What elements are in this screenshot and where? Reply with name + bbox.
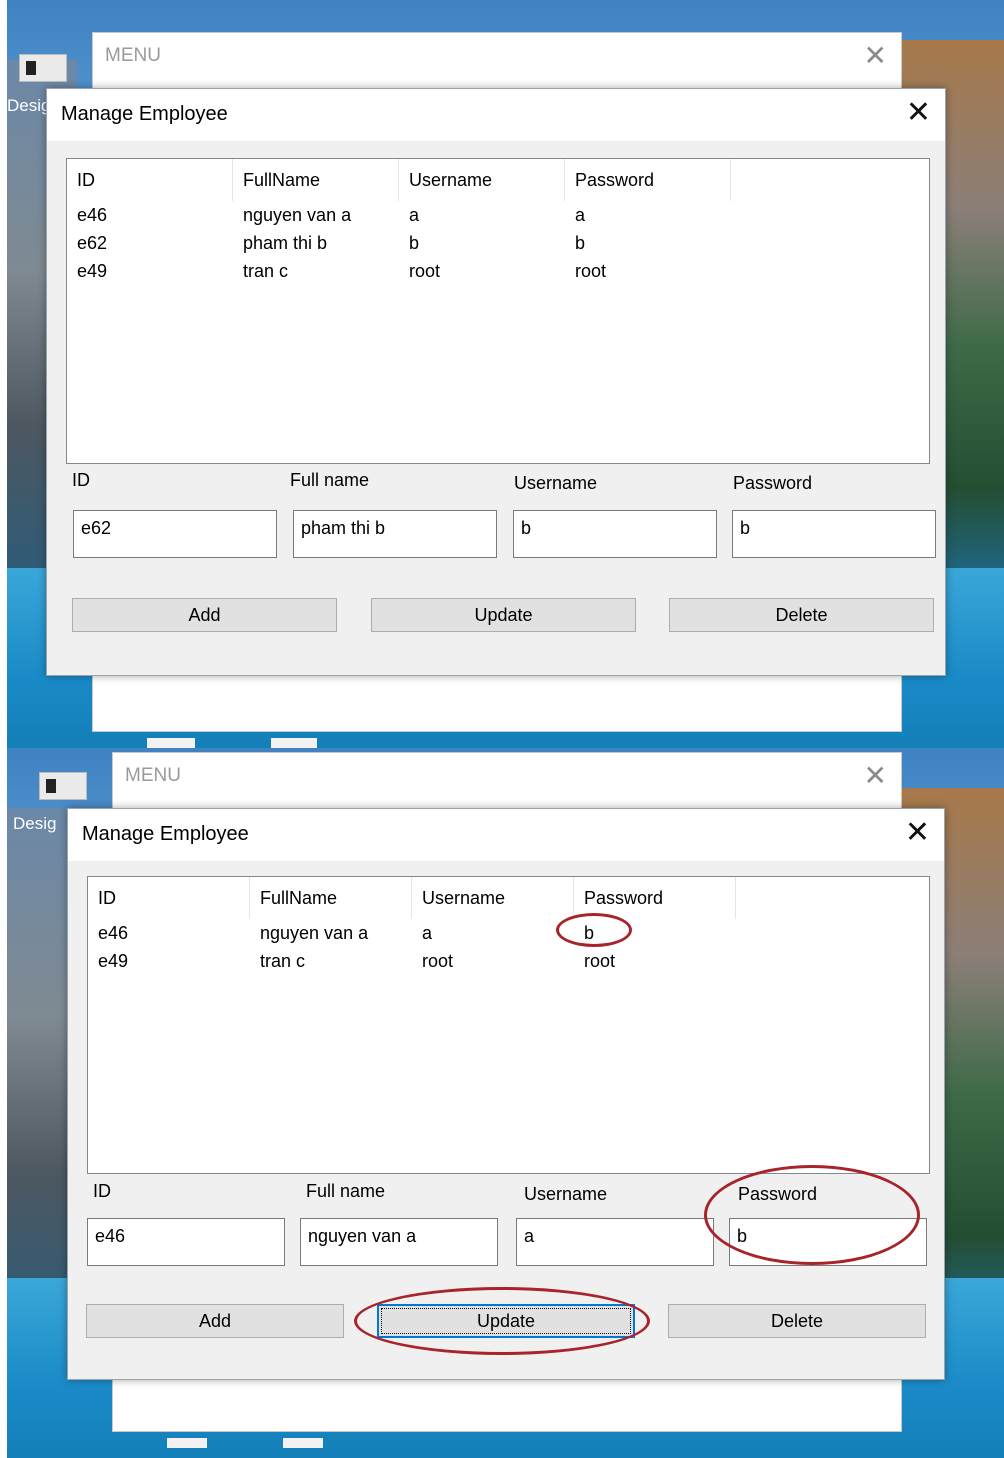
- cell-id: e49: [98, 951, 129, 971]
- cell-id: e49: [77, 261, 108, 281]
- fullname-field[interactable]: pham thi b: [293, 510, 497, 558]
- username-field[interactable]: b: [513, 510, 717, 558]
- delete-button[interactable]: Delete: [669, 598, 934, 632]
- taskbar-item[interactable]: [271, 738, 317, 748]
- annotation-circle-password-field: [704, 1165, 920, 1265]
- menu-window-title: MENU: [125, 765, 181, 786]
- list-header: ID FullName Username Password: [67, 159, 929, 203]
- fullname-label: Full name: [306, 1181, 386, 1201]
- username-label: Username: [524, 1184, 608, 1204]
- cell-fullname: pham thi b: [243, 233, 328, 253]
- table-row[interactable]: e46 nguyen van a a b: [88, 919, 929, 947]
- list-header: ID FullName Username Password: [88, 877, 929, 921]
- manage-employee-dialog: Manage Employee ✕ ID FullName Username P…: [67, 808, 945, 1380]
- id-field[interactable]: e46: [87, 1218, 285, 1266]
- screenshot-after: Desig MENU ✕ Manage Employee ✕ ID FullNa…: [7, 748, 1004, 1458]
- cell-fullname: tran c: [243, 261, 289, 281]
- add-button[interactable]: Add: [72, 598, 337, 632]
- update-button[interactable]: Update: [371, 598, 636, 632]
- fullname-label: Full name: [290, 470, 370, 490]
- cell-password: root: [575, 261, 607, 281]
- username-field[interactable]: a: [516, 1218, 714, 1266]
- table-row[interactable]: e49 tran c root root: [88, 947, 929, 975]
- desktop-icon-label[interactable]: Desig: [7, 96, 50, 116]
- column-header-fullname[interactable]: FullName: [250, 877, 412, 919]
- cell-username: b: [409, 233, 420, 253]
- annotation-circle-password-cell: [556, 913, 632, 947]
- manage-employee-dialog: Manage Employee ✕ ID FullName Username P…: [46, 88, 946, 676]
- column-header-id[interactable]: ID: [88, 877, 250, 919]
- column-header-fullname[interactable]: FullName: [233, 159, 399, 201]
- cell-password: root: [584, 951, 616, 971]
- employee-list[interactable]: ID FullName Username Password e46 nguyen…: [66, 158, 930, 464]
- delete-button[interactable]: Delete: [668, 1304, 926, 1338]
- fullname-field[interactable]: nguyen van a: [300, 1218, 498, 1266]
- id-field[interactable]: e62: [73, 510, 277, 558]
- close-icon[interactable]: ✕: [864, 759, 887, 792]
- taskbar-item[interactable]: [167, 1438, 207, 1448]
- cell-id: e62: [77, 233, 108, 253]
- id-label: ID: [93, 1181, 111, 1201]
- dialog-title: Manage Employee: [61, 103, 228, 125]
- password-field[interactable]: b: [732, 510, 936, 558]
- desktop-app-icon[interactable]: [39, 772, 87, 800]
- column-header-username[interactable]: Username: [399, 159, 565, 201]
- cell-id: e46: [98, 923, 129, 943]
- taskbar-item[interactable]: [147, 738, 195, 748]
- dialog-title-bar: Manage Employee ✕: [68, 809, 944, 861]
- add-button[interactable]: Add: [86, 1304, 344, 1338]
- cell-password: a: [575, 205, 586, 225]
- cell-id: e46: [77, 205, 108, 225]
- close-icon[interactable]: ✕: [905, 815, 930, 850]
- cell-fullname: nguyen van a: [243, 205, 352, 225]
- id-label: ID: [72, 470, 90, 490]
- column-header-password[interactable]: Password: [565, 159, 731, 201]
- table-row[interactable]: e62 pham thi b b b: [67, 229, 929, 257]
- table-row[interactable]: e46 nguyen van a a a: [67, 201, 929, 229]
- column-header-username[interactable]: Username: [412, 877, 574, 919]
- desktop-icon-label[interactable]: Desig: [13, 814, 56, 834]
- column-header-id[interactable]: ID: [67, 159, 233, 201]
- cell-username: a: [409, 205, 420, 225]
- close-icon[interactable]: ✕: [864, 39, 887, 72]
- employee-list[interactable]: ID FullName Username Password e46 nguyen…: [87, 876, 930, 1174]
- cell-username: a: [422, 923, 433, 943]
- menu-window-title: MENU: [105, 45, 161, 66]
- password-label: Password: [733, 473, 813, 493]
- close-icon[interactable]: ✕: [906, 95, 931, 130]
- screenshot-before: Desig MENU ✕ Manage Employee ✕ ID FullNa…: [7, 0, 1004, 748]
- desktop-app-icon[interactable]: [19, 54, 67, 82]
- table-row[interactable]: e49 tran c root root: [67, 257, 929, 285]
- cell-fullname: tran c: [260, 951, 306, 971]
- cell-username: root: [409, 261, 441, 281]
- dialog-title-bar: Manage Employee ✕: [47, 89, 945, 141]
- taskbar-item[interactable]: [283, 1438, 323, 1448]
- cell-username: root: [422, 951, 454, 971]
- annotation-circle-update-button: [354, 1287, 650, 1355]
- cell-fullname: nguyen van a: [260, 923, 369, 943]
- cell-password: b: [575, 233, 586, 253]
- username-label: Username: [514, 473, 598, 493]
- dialog-title: Manage Employee: [82, 823, 249, 845]
